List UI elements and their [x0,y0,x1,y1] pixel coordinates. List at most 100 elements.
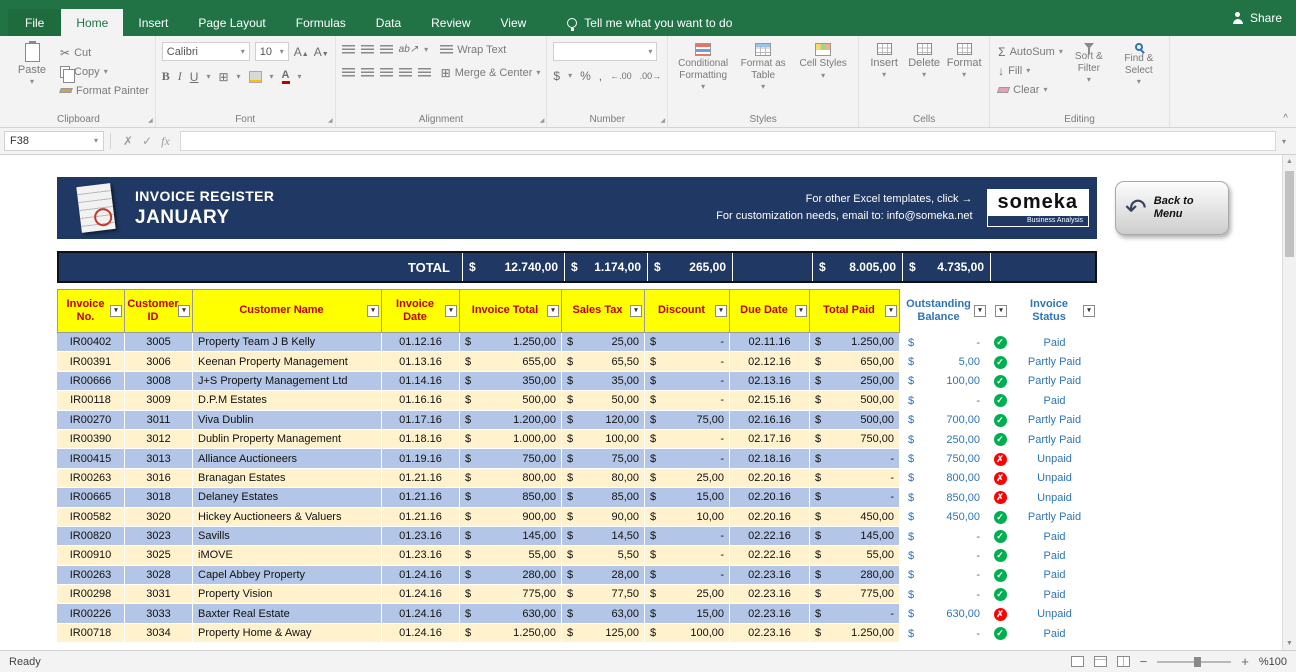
col-header-due-date[interactable]: Due Date ▾ [730,289,810,333]
zoom-slider-thumb[interactable] [1194,657,1201,667]
cell-invoice-status[interactable]: Unpaid [1012,449,1097,468]
cell-invoice-status[interactable]: Paid [1012,546,1097,565]
table-row[interactable]: IR002983031Property Vision01.24.16$775,0… [57,585,1097,604]
cell-styles-button[interactable]: Cell Styles ▾ [794,39,852,111]
table-row[interactable]: IR006663008J+S Property Management Ltd01… [57,372,1097,391]
tab-home[interactable]: Home [61,9,123,36]
cell-due-date[interactable]: 02.11.16 [730,333,810,352]
table-row[interactable]: IR002633016Branagan Estates01.21.16$800,… [57,469,1097,488]
cell-invoice-no[interactable]: IR00666 [57,372,125,391]
cell-customer-name[interactable]: Dublin Property Management [193,430,382,449]
cell-status-icon[interactable]: ✓ [988,566,1012,585]
cell-total-paid[interactable]: $450,00 [810,508,900,527]
cell-invoice-date[interactable]: 01.21.16 [382,488,460,507]
increase-indent-icon[interactable] [418,68,431,78]
page-break-view-icon[interactable] [1117,656,1130,667]
normal-view-icon[interactable] [1071,656,1084,667]
cell-customer-name[interactable]: J+S Property Management Ltd [193,372,382,391]
cell-discount[interactable]: $25,00 [645,469,730,488]
cell-invoice-total[interactable]: $1.250,00 [460,333,562,352]
zoom-out-button[interactable]: − [1140,655,1148,668]
cell-customer-id[interactable]: 3034 [125,624,193,643]
italic-button[interactable]: I [178,69,182,84]
cell-customer-id[interactable]: 3005 [125,333,193,352]
cell-sales-tax[interactable]: $65,50 [562,352,645,371]
col-header-customer-id[interactable]: Customer ID ▾ [125,289,193,333]
filter-dropdown-icon[interactable]: ▾ [974,305,986,317]
cell-invoice-status[interactable]: Paid [1012,624,1097,643]
cell-outstanding-balance[interactable]: $- [900,546,988,565]
cell-sales-tax[interactable]: $28,00 [562,566,645,585]
accounting-format-button[interactable]: $ [553,69,560,83]
decrease-indent-icon[interactable] [399,68,412,78]
cell-outstanding-balance[interactable]: $- [900,624,988,643]
cell-invoice-no[interactable]: IR00415 [57,449,125,468]
bold-button[interactable]: B [162,69,170,84]
col-header-invoice-no[interactable]: Invoice No. ▾ [57,289,125,333]
total-outstanding[interactable]: $ 4.735,00 [902,253,990,281]
filter-dropdown-icon[interactable]: ▾ [445,305,457,317]
cell-invoice-status[interactable]: Paid [1012,585,1097,604]
cell-sales-tax[interactable]: $75,00 [562,449,645,468]
cell-discount[interactable]: $- [645,449,730,468]
vertical-scrollbar[interactable]: ▲ ▼ [1282,155,1296,650]
paste-button[interactable]: Paste ▾ [8,39,56,111]
col-header-outstanding-balance[interactable]: Outstanding Balance ▾ [900,289,988,333]
cell-due-date[interactable]: 02.18.16 [730,449,810,468]
cell-invoice-date[interactable]: 01.19.16 [382,449,460,468]
cell-customer-id[interactable]: 3013 [125,449,193,468]
cell-customer-name[interactable]: Alliance Auctioneers [193,449,382,468]
wrap-text-button[interactable]: Wrap Text [440,42,506,57]
cell-status-icon[interactable]: ✓ [988,624,1012,643]
table-row[interactable]: IR003913006Keenan Property Management01.… [57,352,1097,371]
cell-due-date[interactable]: 02.22.16 [730,527,810,546]
cell-invoice-no[interactable]: IR00820 [57,527,125,546]
col-header-invoice-total[interactable]: Invoice Total ▾ [460,289,562,333]
cell-invoice-total[interactable]: $900,00 [460,508,562,527]
cell-customer-id[interactable]: 3023 [125,527,193,546]
cell-status-icon[interactable]: ✓ [988,372,1012,391]
cell-customer-name[interactable]: Baxter Real Estate [193,604,382,623]
cell-invoice-status[interactable]: Unpaid [1012,469,1097,488]
cell-sales-tax[interactable]: $50,00 [562,391,645,410]
cell-due-date[interactable]: 02.23.16 [730,624,810,643]
cell-invoice-no[interactable]: IR00298 [57,585,125,604]
insert-function-icon[interactable]: fx [161,134,170,149]
cell-customer-id[interactable]: 3009 [125,391,193,410]
tab-page-layout[interactable]: Page Layout [183,9,280,36]
name-box[interactable]: F38 ▾ [4,131,104,151]
back-to-menu-button[interactable]: ↶ Back to Menu [1115,181,1229,235]
cell-discount[interactable]: $- [645,391,730,410]
cell-invoice-date[interactable]: 01.21.16 [382,469,460,488]
cell-due-date[interactable]: 02.23.16 [730,604,810,623]
fill-color-button[interactable] [249,71,262,83]
table-row[interactable]: IR008203023Savills01.23.16$145,00$14,50$… [57,527,1097,546]
font-size-select[interactable]: 10 ▾ [255,42,289,61]
fill-button[interactable]: ↓ Fill ▾ [998,63,1063,78]
cell-status-icon[interactable]: ✗ [988,449,1012,468]
cell-status-icon[interactable]: ✓ [988,546,1012,565]
tab-review[interactable]: Review [416,9,485,36]
align-left-icon[interactable] [342,68,355,78]
table-row[interactable]: IR003903012Dublin Property Management01.… [57,430,1097,449]
format-as-table-button[interactable]: Format as Table ▾ [734,39,792,111]
cell-sales-tax[interactable]: $85,00 [562,488,645,507]
scroll-down-icon[interactable]: ▼ [1283,640,1296,647]
cell-status-icon[interactable]: ✓ [988,585,1012,604]
cell-customer-name[interactable]: Viva Dublin [193,411,382,430]
cell-invoice-status[interactable]: Paid [1012,527,1097,546]
tab-data[interactable]: Data [361,9,416,36]
font-name-select[interactable]: Calibri ▾ [162,42,250,61]
cell-invoice-date[interactable]: 01.17.16 [382,411,460,430]
cell-customer-id[interactable]: 3018 [125,488,193,507]
cell-invoice-date[interactable]: 01.16.16 [382,391,460,410]
cell-due-date[interactable]: 02.22.16 [730,546,810,565]
cell-customer-id[interactable]: 3006 [125,352,193,371]
cell-invoice-no[interactable]: IR00718 [57,624,125,643]
cell-invoice-total[interactable]: $850,00 [460,488,562,507]
font-color-button[interactable]: A [282,70,290,84]
cell-invoice-no[interactable]: IR00665 [57,488,125,507]
col-header-status-icon[interactable]: ▾ [988,289,1012,333]
cell-customer-name[interactable]: D.P.M Estates [193,391,382,410]
cell-status-icon[interactable]: ✓ [988,411,1012,430]
